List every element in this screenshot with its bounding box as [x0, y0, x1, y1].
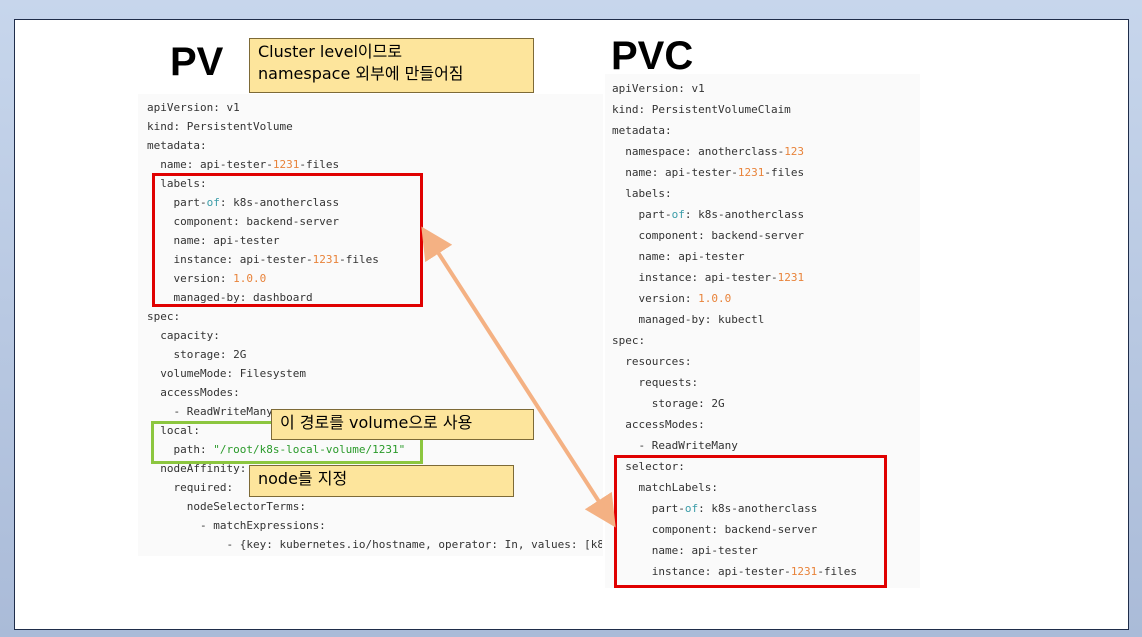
label-match-arrow [421, 226, 616, 528]
